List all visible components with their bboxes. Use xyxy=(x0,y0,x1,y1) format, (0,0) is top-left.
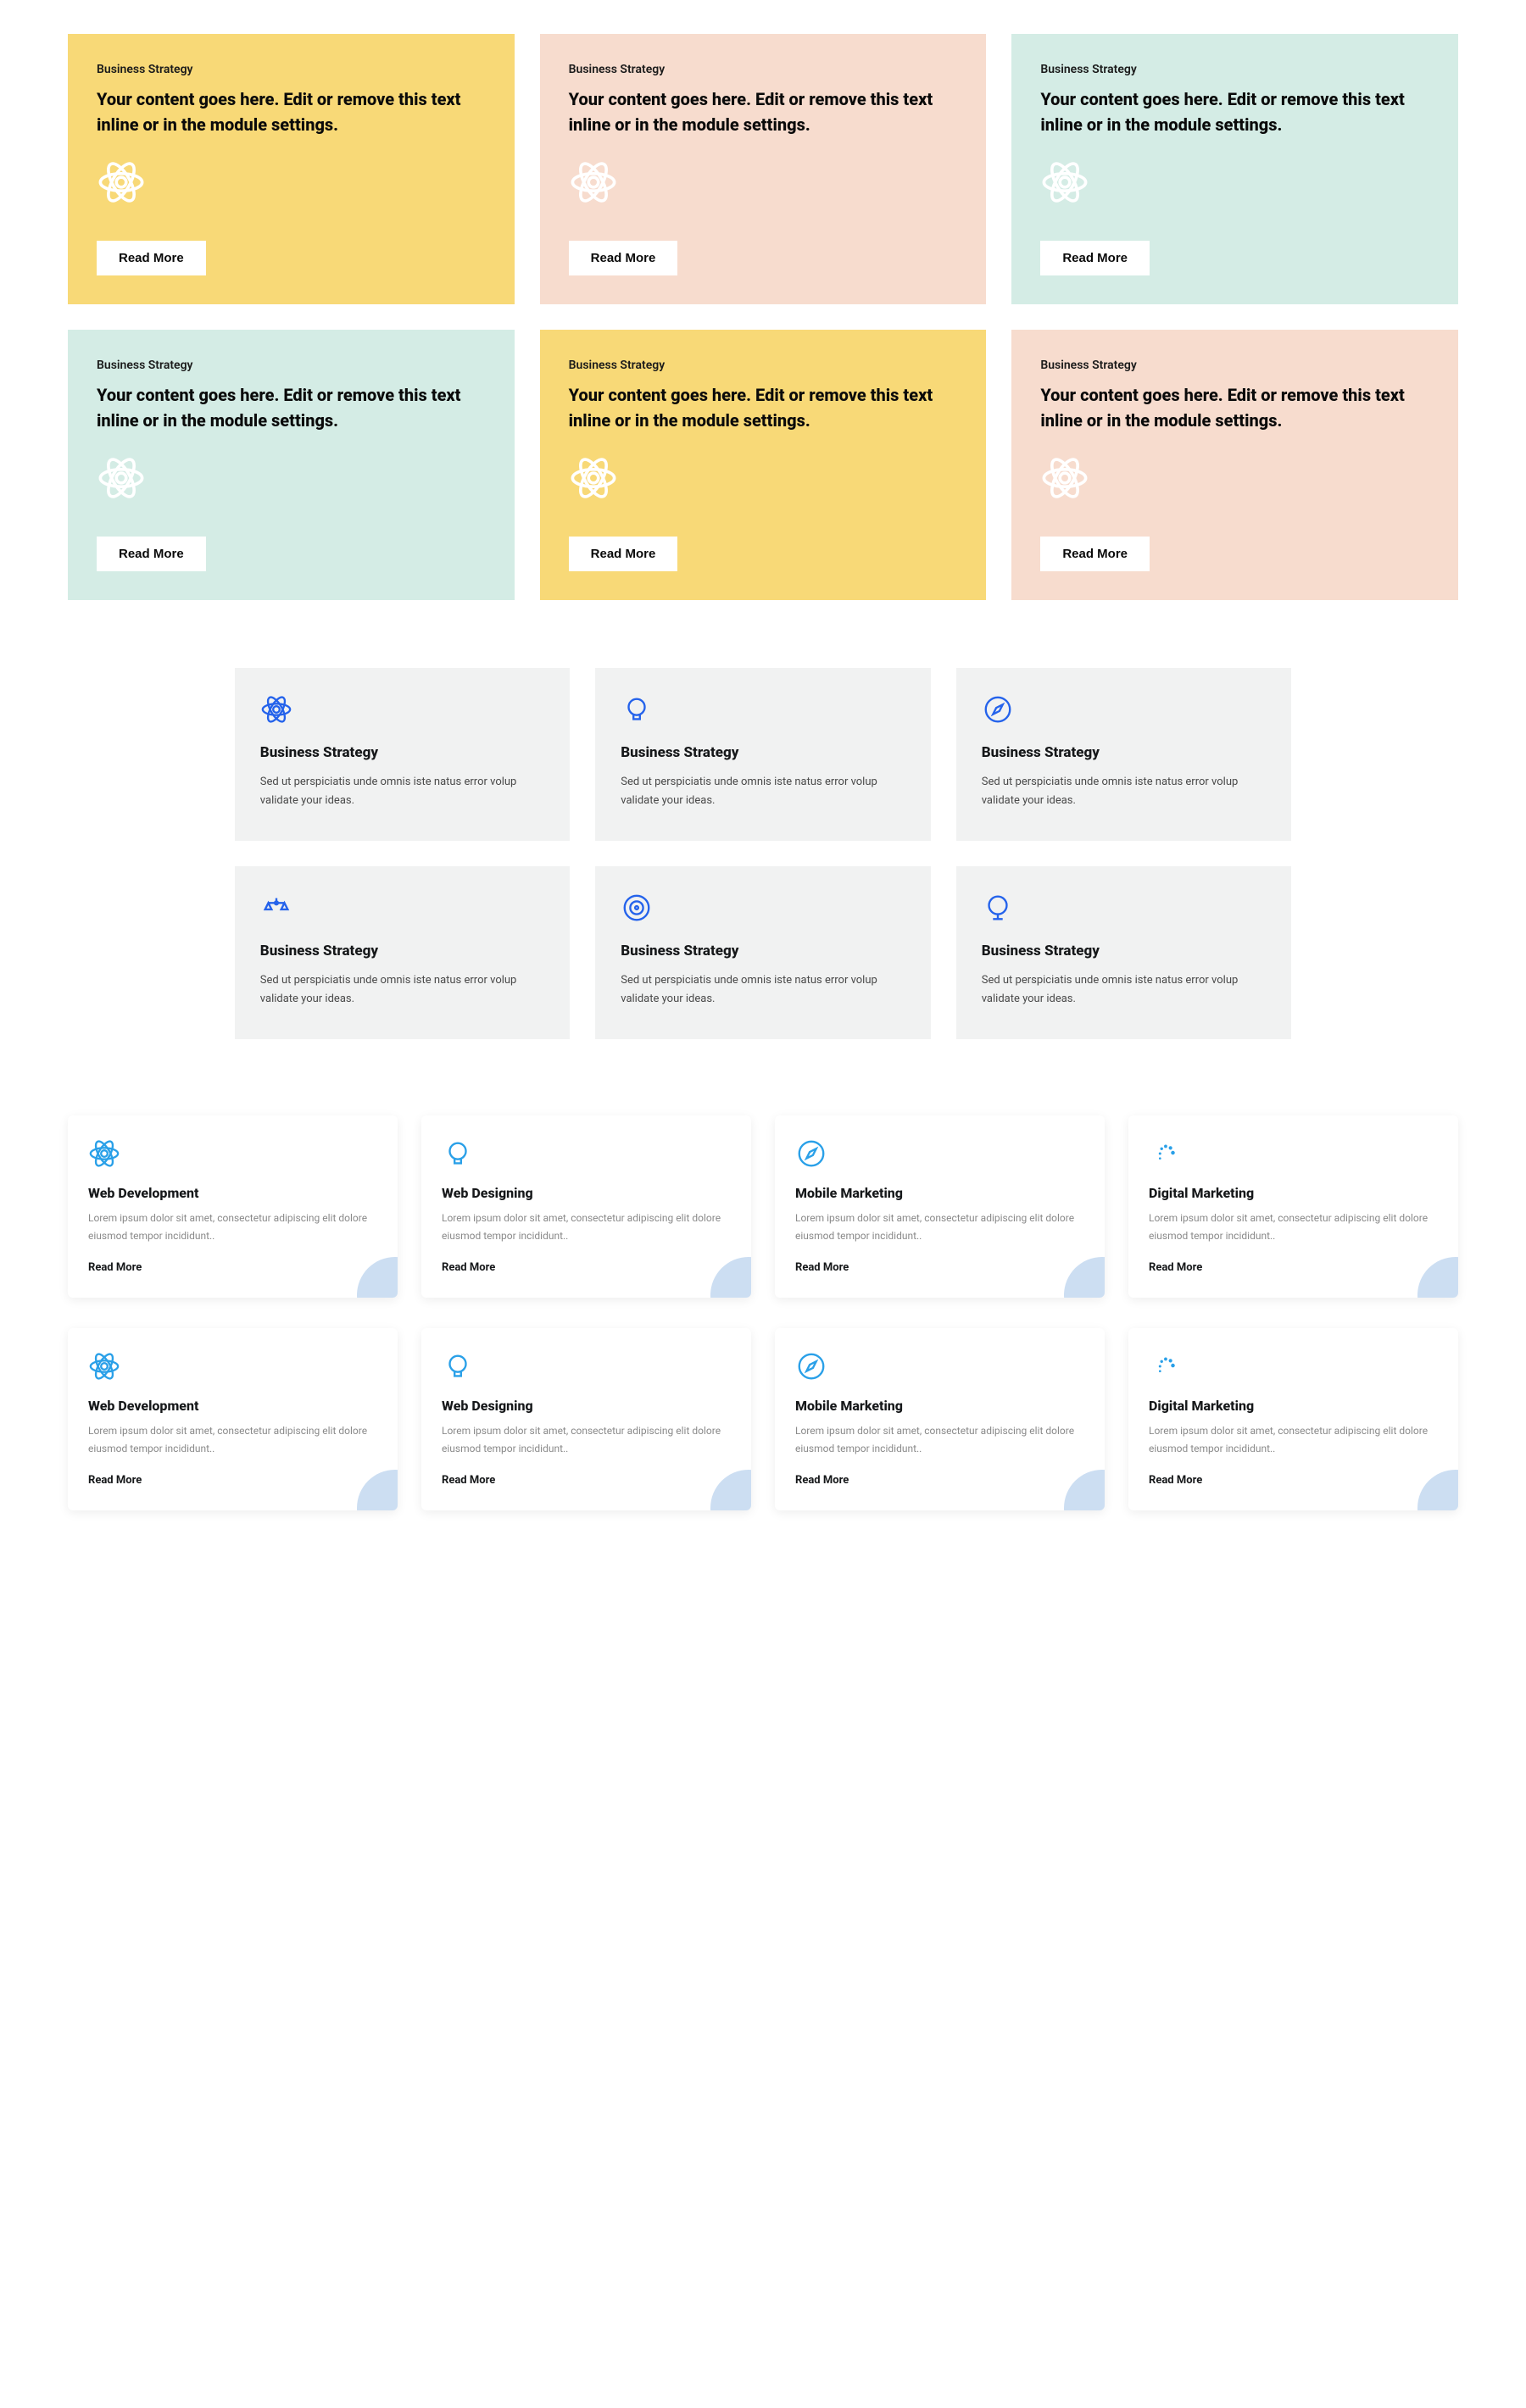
bulb-icon xyxy=(442,1137,731,1173)
atom-icon xyxy=(1040,158,1429,210)
read-more-link[interactable]: Read More xyxy=(442,1474,495,1487)
service-cards-grid: Web Development Lorem ipsum dolor sit am… xyxy=(68,1328,1458,1510)
read-more-link[interactable]: Read More xyxy=(1149,1474,1202,1487)
feature-card: Business Strategy Your content goes here… xyxy=(540,34,987,304)
info-card: Business Strategy Sed ut perspiciatis un… xyxy=(956,866,1291,1039)
atom-icon xyxy=(569,158,958,210)
card-description: Sed ut perspiciatis unde omnis iste natu… xyxy=(621,971,905,1009)
colored-cards-grid: Business Strategy Your content goes here… xyxy=(68,34,1458,600)
compass-icon xyxy=(982,693,1266,729)
feature-card: Business Strategy Your content goes here… xyxy=(1011,34,1458,304)
feature-card: Business Strategy Your content goes here… xyxy=(540,330,987,600)
card-category: Business Strategy xyxy=(1040,63,1429,76)
compass-icon xyxy=(795,1137,1084,1173)
card-title: Web Development xyxy=(88,1185,377,1201)
service-cards-grid: Web Development Lorem ipsum dolor sit am… xyxy=(68,1115,1458,1298)
service-card: Web Development Lorem ipsum dolor sit am… xyxy=(68,1328,398,1510)
service-card: Digital Marketing Lorem ipsum dolor sit … xyxy=(1128,1328,1458,1510)
read-more-link[interactable]: Read More xyxy=(1149,1261,1202,1274)
read-more-button[interactable]: Read More xyxy=(97,241,206,275)
feature-card: Business Strategy Your content goes here… xyxy=(68,330,515,600)
read-more-button[interactable]: Read More xyxy=(1040,537,1150,571)
card-description: Sed ut perspiciatis unde omnis iste natu… xyxy=(260,971,544,1009)
card-title: Business Strategy xyxy=(260,943,544,959)
card-title: Your content goes here. Edit or remove t… xyxy=(97,86,486,137)
scale-icon xyxy=(260,892,544,927)
card-description: Lorem ipsum dolor sit amet, consectetur … xyxy=(795,1422,1084,1457)
card-description: Lorem ipsum dolor sit amet, consectetur … xyxy=(442,1210,731,1244)
read-more-link[interactable]: Read More xyxy=(795,1474,849,1487)
target-icon xyxy=(621,892,905,927)
globe-icon xyxy=(982,892,1266,927)
card-title: Business Strategy xyxy=(982,943,1266,959)
card-title: Business Strategy xyxy=(982,744,1266,761)
card-category: Business Strategy xyxy=(97,359,486,372)
card-description: Lorem ipsum dolor sit amet, consectetur … xyxy=(442,1422,731,1457)
service-card: Mobile Marketing Lorem ipsum dolor sit a… xyxy=(775,1115,1105,1298)
card-title: Web Designing xyxy=(442,1398,731,1414)
atom-icon xyxy=(97,453,486,506)
card-category: Business Strategy xyxy=(569,359,958,372)
card-title: Your content goes here. Edit or remove t… xyxy=(569,86,958,137)
card-title: Your content goes here. Edit or remove t… xyxy=(569,382,958,433)
card-description: Lorem ipsum dolor sit amet, consectetur … xyxy=(795,1210,1084,1244)
card-title: Web Designing xyxy=(442,1185,731,1201)
card-category: Business Strategy xyxy=(1040,359,1429,372)
bulb-icon xyxy=(621,693,905,729)
card-description: Sed ut perspiciatis unde omnis iste natu… xyxy=(982,773,1266,810)
feature-card: Business Strategy Your content goes here… xyxy=(68,34,515,304)
atom-icon xyxy=(97,158,486,210)
card-description: Lorem ipsum dolor sit amet, consectetur … xyxy=(1149,1210,1438,1244)
read-more-link[interactable]: Read More xyxy=(88,1261,142,1274)
card-category: Business Strategy xyxy=(569,63,958,76)
dots-icon xyxy=(1149,1350,1438,1386)
card-category: Business Strategy xyxy=(97,63,486,76)
feature-card: Business Strategy Your content goes here… xyxy=(1011,330,1458,600)
card-title: Digital Marketing xyxy=(1149,1185,1438,1201)
info-card: Business Strategy Sed ut perspiciatis un… xyxy=(595,866,930,1039)
service-card: Digital Marketing Lorem ipsum dolor sit … xyxy=(1128,1115,1458,1298)
card-description: Sed ut perspiciatis unde omnis iste natu… xyxy=(982,971,1266,1009)
compass-icon xyxy=(795,1350,1084,1386)
card-title: Business Strategy xyxy=(621,943,905,959)
card-title: Digital Marketing xyxy=(1149,1398,1438,1414)
card-title: Business Strategy xyxy=(621,744,905,761)
card-description: Lorem ipsum dolor sit amet, consectetur … xyxy=(88,1422,377,1457)
card-title: Business Strategy xyxy=(260,744,544,761)
card-description: Sed ut perspiciatis unde omnis iste natu… xyxy=(260,773,544,810)
service-card: Mobile Marketing Lorem ipsum dolor sit a… xyxy=(775,1328,1105,1510)
service-card: Web Development Lorem ipsum dolor sit am… xyxy=(68,1115,398,1298)
read-more-link[interactable]: Read More xyxy=(88,1474,142,1487)
read-more-link[interactable]: Read More xyxy=(795,1261,849,1274)
read-more-button[interactable]: Read More xyxy=(569,241,678,275)
card-title: Web Development xyxy=(88,1398,377,1414)
dots-icon xyxy=(1149,1137,1438,1173)
info-card: Business Strategy Sed ut perspiciatis un… xyxy=(235,866,570,1039)
info-card: Business Strategy Sed ut perspiciatis un… xyxy=(956,668,1291,841)
read-more-link[interactable]: Read More xyxy=(442,1261,495,1274)
service-card: Web Designing Lorem ipsum dolor sit amet… xyxy=(421,1115,751,1298)
card-description: Sed ut perspiciatis unde omnis iste natu… xyxy=(621,773,905,810)
atom-icon xyxy=(1040,453,1429,506)
atom-icon xyxy=(569,453,958,506)
bulb-icon xyxy=(442,1350,731,1386)
card-title: Your content goes here. Edit or remove t… xyxy=(1040,382,1429,433)
card-description: Lorem ipsum dolor sit amet, consectetur … xyxy=(1149,1422,1438,1457)
atom-icon xyxy=(88,1137,377,1173)
info-card: Business Strategy Sed ut perspiciatis un… xyxy=(595,668,930,841)
card-title: Your content goes here. Edit or remove t… xyxy=(97,382,486,433)
card-description: Lorem ipsum dolor sit amet, consectetur … xyxy=(88,1210,377,1244)
card-title: Your content goes here. Edit or remove t… xyxy=(1040,86,1429,137)
read-more-button[interactable]: Read More xyxy=(569,537,678,571)
read-more-button[interactable]: Read More xyxy=(97,537,206,571)
card-title: Mobile Marketing xyxy=(795,1185,1084,1201)
atom-icon xyxy=(260,693,544,729)
info-card: Business Strategy Sed ut perspiciatis un… xyxy=(235,668,570,841)
atom-icon xyxy=(88,1350,377,1386)
card-title: Mobile Marketing xyxy=(795,1398,1084,1414)
read-more-button[interactable]: Read More xyxy=(1040,241,1150,275)
info-cards-grid: Business Strategy Sed ut perspiciatis un… xyxy=(235,668,1291,1039)
service-card: Web Designing Lorem ipsum dolor sit amet… xyxy=(421,1328,751,1510)
